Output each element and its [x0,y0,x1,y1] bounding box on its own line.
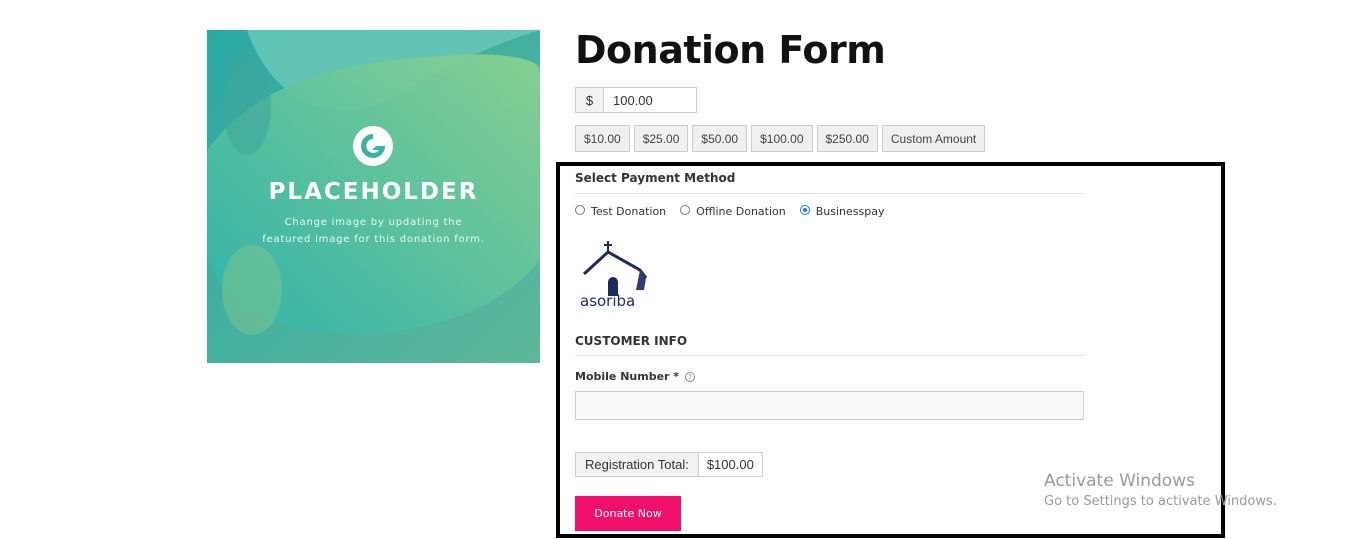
level-button-50[interactable]: $50.00 [692,125,748,152]
gateway-label: Offline Donation [696,205,786,218]
payment-section-title: Select Payment Method [575,171,736,185]
mobile-number-label-text: Mobile Number * [575,370,680,383]
donation-levels: $10.00 $25.00 $50.00 $100.00 $250.00 Cus… [575,125,986,152]
radio-businesspay[interactable] [799,204,810,215]
registration-total-label: Registration Total: [576,453,699,476]
currency-symbol: $ [576,88,604,112]
divider [575,355,1084,356]
mobile-number-label: Mobile Number * ? [575,370,696,383]
mobile-number-input[interactable] [575,391,1084,420]
donation-page: PLACEHOLDER Change image by updating the… [0,0,1360,539]
question-circle-icon[interactable]: ? [685,371,696,382]
watermark-line2: Go to Settings to activate Windows. [1044,494,1277,509]
level-button-250[interactable]: $250.00 [816,125,878,152]
registration-total: Registration Total: $100.00 [575,452,763,477]
watermark-line1: Activate Windows [1044,471,1195,491]
customer-section-title: CUSTOMER INFO [575,334,688,348]
level-button-25[interactable]: $25.00 [633,125,689,152]
donate-now-button[interactable]: Donate Now [575,496,681,531]
gateway-label: Test Donation [591,205,667,218]
registration-total-amount: $100.00 [698,453,762,476]
asoriba-logo-text: asoriba [580,292,635,310]
activate-windows-watermark: Activate Windows Go to Settings to activ… [1044,471,1277,509]
placeholder-title: PLACEHOLDER [268,179,479,205]
level-button-custom[interactable]: Custom Amount [881,125,986,152]
placeholder-subtitle-line1: Change image by updating the [284,217,463,228]
divider [575,193,1084,194]
amount-field[interactable]: $ 100.00 [575,87,697,113]
payment-gateways: Test Donation Offline Donation Businessp… [575,204,898,218]
gateway-offline-donation[interactable]: Offline Donation [680,204,786,218]
asoriba-logo: asoriba [578,240,650,315]
level-button-100[interactable]: $100.00 [751,125,813,152]
gateway-businesspay[interactable]: Businesspay [799,204,885,218]
amount-input[interactable]: 100.00 [604,88,696,112]
gateway-test-donation[interactable]: Test Donation [575,204,667,218]
form-title: Donation Form [575,28,886,72]
placeholder-subtitle-line2: featured image for this donation form. [262,234,485,245]
gateway-label: Businesspay [815,205,885,218]
radio-test-donation[interactable] [575,204,585,215]
level-button-10[interactable]: $10.00 [575,125,630,152]
givewp-logo-icon [352,125,394,167]
featured-image-placeholder: PLACEHOLDER Change image by updating the… [207,30,540,363]
radio-offline-donation[interactable] [680,204,691,215]
